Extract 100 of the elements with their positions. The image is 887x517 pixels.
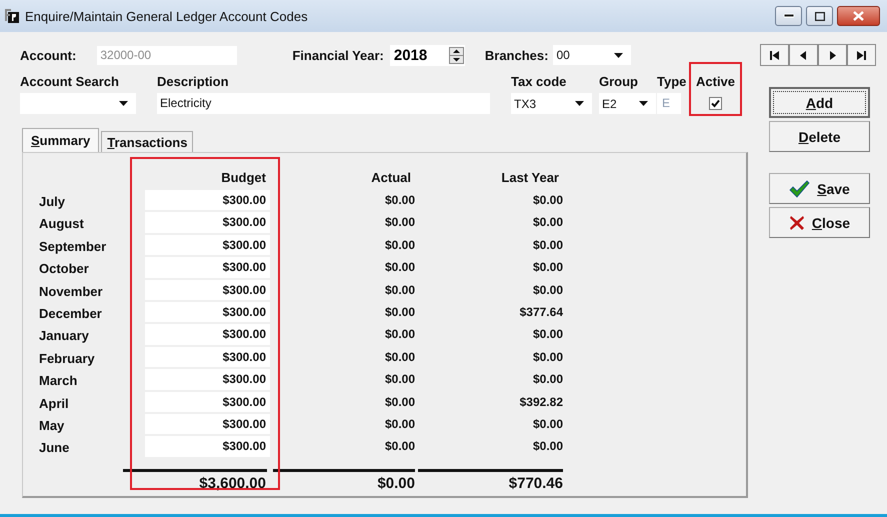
check-icon [789, 180, 810, 198]
budget-field[interactable]: $300.00 [145, 280, 270, 300]
column-header: Actual [370, 169, 412, 187]
month-label: April [39, 394, 70, 412]
table-cell-text: $0.00 [384, 282, 415, 299]
budget-field[interactable]: $300.00 [145, 392, 270, 412]
table-cell-text: $377.64 [518, 304, 563, 321]
dropdown-arrow-icon [575, 101, 584, 106]
table-cell-text: $0.00 [532, 416, 563, 433]
month-label: November [39, 282, 104, 300]
skip-forward-icon [856, 50, 867, 60]
month-label: May [39, 416, 66, 434]
app-logo-icon [4, 8, 20, 24]
budget-field[interactable]: $300.00 [145, 414, 270, 434]
table-cell-text: $0.00 [532, 371, 563, 388]
month-label: February [39, 350, 96, 368]
account-label: Account: [20, 48, 76, 62]
close-button[interactable] [837, 6, 880, 26]
budget-field[interactable]: $300.00 [145, 302, 270, 322]
table-cell-text: $0.00 [384, 214, 415, 232]
tab[interactable]: Transactions [101, 131, 194, 152]
table-cell-text: $0.00 [532, 192, 563, 209]
window-title: Enquire/Maintain General Ledger Account Codes [25, 8, 309, 24]
dropdown-arrow-icon [639, 101, 648, 106]
table-cell-text: $0.00 [384, 348, 415, 366]
active-label: Active [696, 74, 736, 89]
table-cell-text: $0.00 [384, 394, 415, 411]
skip-back-icon [769, 50, 780, 60]
table-cell-text: $0.00 [532, 214, 563, 232]
tax-code-label: Tax code [511, 74, 568, 89]
minimize-button[interactable] [775, 6, 802, 26]
table-cell-text: $0.00 [532, 282, 563, 299]
financial-year-spinner[interactable]: 2018 [390, 44, 465, 66]
table-cell-text: $0.00 [532, 259, 563, 276]
month-label: March [39, 372, 78, 390]
month-label: August [39, 215, 85, 233]
table-cell-text: $0.00 [384, 236, 415, 254]
minimize-icon [784, 14, 794, 18]
spinner-arrows-icon [448, 46, 464, 64]
table-cell-text: $0.00 [384, 416, 415, 433]
table-cell-text: $0.00 [384, 259, 415, 276]
budget-field[interactable]: $300.00 [145, 212, 270, 233]
left-arrow-icon [798, 50, 809, 60]
tax-code-dropdown[interactable]: TX3 [511, 93, 592, 114]
month-label: January [39, 327, 90, 345]
active-checkbox[interactable] [709, 97, 722, 110]
month-label: June [39, 439, 70, 457]
action-button[interactable]: Delete [769, 121, 870, 152]
table-cell-text: $0.00 [384, 326, 415, 344]
dropdown-arrow-icon [119, 101, 128, 106]
table-cell-text: $0.00 [532, 438, 563, 456]
account-field: 32000-00 [97, 46, 238, 64]
budget-field[interactable]: $300.00 [145, 257, 270, 278]
cross-icon [788, 214, 805, 230]
budget-field[interactable]: $300.00 [145, 190, 270, 210]
table-cell-text: $0.00 [532, 348, 563, 366]
action-button[interactable]: Add [769, 87, 870, 118]
last-year-total: $770.46 [508, 474, 563, 494]
prev-record-button[interactable] [789, 44, 818, 66]
right-arrow-icon [827, 50, 838, 60]
budget-field[interactable]: $300.00 [145, 436, 270, 457]
month-label: December [39, 304, 103, 322]
close-form-button[interactable]: Close [769, 207, 870, 238]
tab[interactable]: Summary [22, 128, 100, 152]
budget-field[interactable]: $300.00 [145, 369, 270, 390]
budget-field[interactable]: $300.00 [145, 324, 270, 345]
first-record-button[interactable] [760, 44, 789, 66]
group-dropdown[interactable]: E2 [599, 93, 656, 114]
budget-field[interactable]: $300.00 [145, 234, 270, 256]
table-cell-text: $0.00 [532, 236, 563, 254]
column-header: Budget [220, 169, 267, 187]
table-cell-text: $0.00 [384, 438, 415, 456]
type-field: E [657, 93, 681, 114]
next-record-button[interactable] [818, 44, 847, 66]
close-icon [853, 11, 864, 21]
branches-label: Branches: [484, 48, 548, 62]
dropdown-arrow-icon [614, 52, 624, 58]
financial-year-label: Financial Year: [292, 48, 384, 62]
budget-field[interactable]: $300.00 [145, 346, 270, 368]
last-record-button[interactable] [847, 44, 876, 66]
actual-total: $0.00 [376, 474, 415, 494]
month-label: July [39, 193, 66, 210]
save-button[interactable]: Save [769, 173, 870, 204]
description-field[interactable]: Electricity [157, 93, 490, 114]
budget-total: $3,600.00 [198, 474, 267, 494]
maximize-button[interactable] [806, 6, 833, 26]
account-search-label: Account Search [20, 74, 120, 89]
table-cell-text: $0.00 [384, 304, 415, 321]
type-label: Type [657, 74, 688, 89]
table-cell-text: $392.82 [518, 394, 563, 411]
group-label: Group [599, 74, 639, 89]
description-label: Description [157, 74, 230, 89]
table-cell-text: $0.00 [532, 326, 563, 344]
column-header: Last Year [500, 169, 560, 187]
table-cell-text: $0.00 [384, 192, 415, 209]
table-cell-text: $0.00 [384, 371, 415, 388]
branches-dropdown[interactable]: 00 [553, 45, 632, 65]
month-label: October [39, 260, 90, 278]
maximize-icon [814, 12, 824, 20]
month-label: September [39, 238, 108, 256]
